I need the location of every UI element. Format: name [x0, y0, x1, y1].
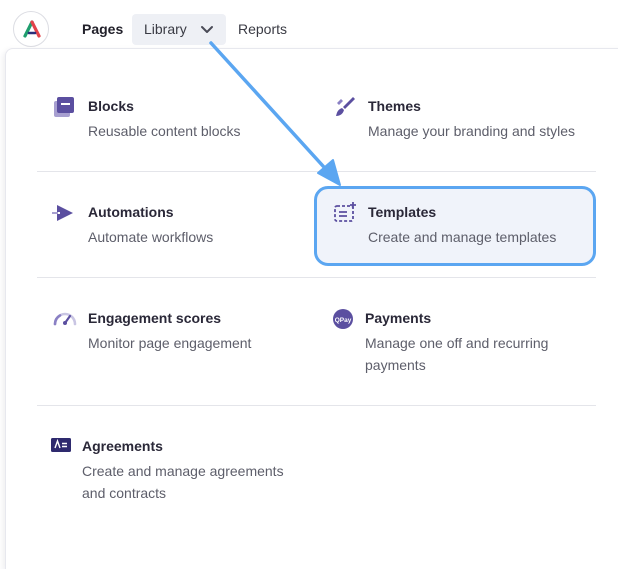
engagement-scores-title: Engagement scores: [88, 310, 222, 326]
agreements-description: Create and manage agreements and contrac…: [82, 460, 284, 504]
automations-icon: [52, 205, 73, 221]
engagement-scores-description: Monitor page engagement: [88, 335, 252, 351]
blocks-description: Reusable content blocks: [88, 123, 241, 139]
paintbrush-icon: [336, 97, 355, 116]
menu-item-engagement-scores[interactable]: Engagement scores Monitor page engagemen…: [50, 304, 310, 359]
blocks-icon: [54, 97, 74, 117]
divider: [37, 277, 596, 278]
menu-item-themes[interactable]: Themes Manage your branding and styles: [330, 92, 590, 147]
nav-pages[interactable]: Pages: [82, 14, 123, 45]
templates-icon: [334, 202, 356, 222]
payments-icon: QPay: [333, 309, 353, 329]
payments-icon-text: QPay: [335, 317, 352, 324]
divider: [37, 405, 596, 406]
themes-title: Themes: [368, 98, 421, 114]
divider: [37, 171, 596, 172]
templates-description: Create and manage templates: [368, 229, 557, 245]
nav-reports[interactable]: Reports: [238, 14, 287, 45]
menu-item-blocks[interactable]: Blocks Reusable content blocks: [50, 92, 300, 147]
automations-description: Automate workflows: [88, 229, 214, 245]
automations-title: Automations: [88, 204, 174, 220]
menu-item-agreements[interactable]: Agreements Create and manage agreements …: [50, 432, 310, 507]
payments-description-line2: payments: [365, 357, 426, 373]
app-logo[interactable]: [13, 11, 49, 47]
chevron-down-icon: [201, 26, 213, 33]
payments-description-line1: Manage one off and recurring: [365, 335, 549, 351]
gauge-icon: [53, 312, 77, 326]
payments-description: Manage one off and recurring payments: [365, 332, 548, 376]
menu-item-payments[interactable]: QPay Payments Manage one off and recurri…: [330, 304, 592, 379]
menu-item-automations[interactable]: Automations Automate workflows: [50, 198, 300, 253]
agreements-description-line2: and contracts: [82, 485, 167, 501]
agreements-description-line1: Create and manage agreements: [82, 463, 284, 479]
nav-library-label: Library: [144, 21, 187, 37]
themes-description: Manage your branding and styles: [368, 123, 576, 139]
top-navigation: Pages Library Reports: [0, 0, 618, 48]
templates-title: Templates: [368, 204, 437, 220]
agreements-title: Agreements: [82, 438, 163, 454]
agreements-icon: [51, 438, 71, 452]
nav-library[interactable]: Library: [132, 14, 226, 45]
payments-title: Payments: [365, 310, 432, 326]
menu-item-templates[interactable]: Templates Create and manage templates: [330, 198, 592, 253]
blocks-title: Blocks: [88, 98, 134, 114]
logo-icon: [23, 20, 41, 38]
